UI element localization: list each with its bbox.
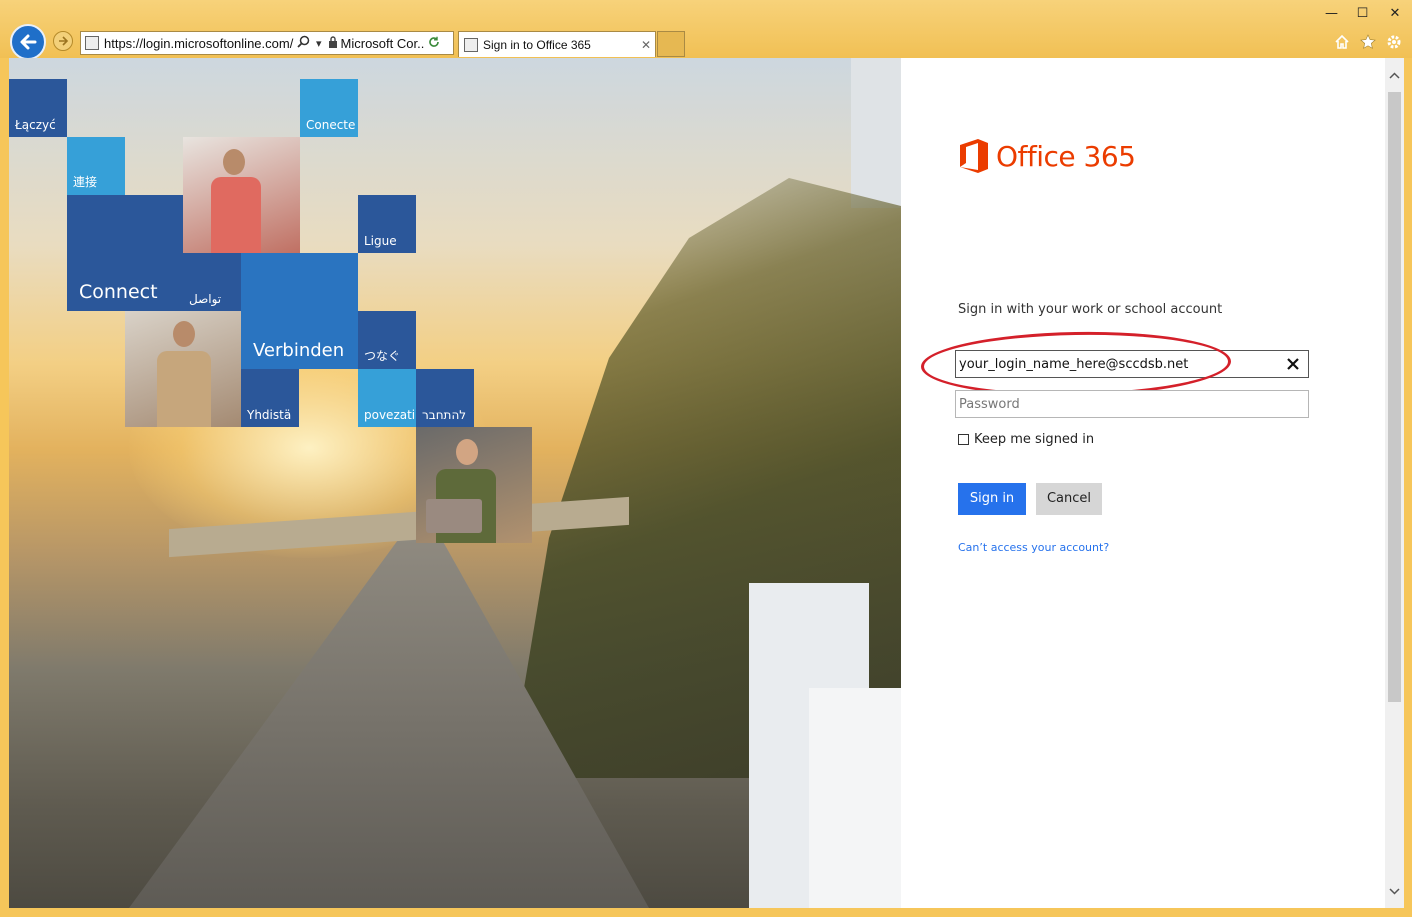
- brand-name: Office 365: [996, 139, 1136, 173]
- minimize-button[interactable]: —: [1316, 0, 1347, 26]
- cant-access-link[interactable]: Can’t access your account?: [958, 541, 1109, 554]
- password-input[interactable]: [956, 391, 1279, 417]
- new-tab-button[interactable]: [657, 31, 685, 57]
- tile-ligue: Ligue: [358, 195, 416, 253]
- tile-verbinden: Verbinden: [241, 253, 358, 369]
- scroll-thumb[interactable]: [1388, 92, 1401, 702]
- favorites-star-icon[interactable]: [1358, 32, 1378, 52]
- page-content: Łączyć Conecte 連接 Connect Ligue تواصل Ve…: [9, 58, 1404, 908]
- refresh-icon[interactable]: [428, 36, 440, 51]
- sign-in-heading: Sign in with your work or school account: [958, 302, 1223, 317]
- tile-povezati: povezati: [358, 369, 416, 427]
- cancel-button[interactable]: Cancel: [1036, 483, 1102, 515]
- search-icon[interactable]: [297, 35, 310, 51]
- dropdown-icon[interactable]: ▾: [316, 37, 322, 50]
- vertical-scrollbar[interactable]: [1385, 58, 1404, 908]
- tile-japanese: つなぐ: [358, 311, 416, 369]
- arrow-right-icon: [59, 36, 69, 46]
- sign-in-button[interactable]: Sign in: [958, 483, 1026, 515]
- email-field[interactable]: [955, 350, 1309, 378]
- tile-laczyc: Łączyć: [9, 79, 67, 137]
- hero-image: Łączyć Conecte 連接 Connect Ligue تواصل Ve…: [9, 58, 901, 908]
- window-controls: — ☐ ✕: [1316, 0, 1412, 28]
- address-bar[interactable]: https://login.microsoftonline.com/l ▾ Mi…: [80, 31, 454, 55]
- browser-chrome: — ☐ ✕ https://login.microsoftonline.com/…: [0, 0, 1412, 60]
- keep-signed-in-label: Keep me signed in: [974, 432, 1095, 447]
- settings-gear-icon[interactable]: [1384, 32, 1404, 52]
- keep-signed-in-checkbox[interactable]: [958, 434, 969, 445]
- close-window-button[interactable]: ✕: [1378, 0, 1412, 26]
- password-field[interactable]: [955, 390, 1309, 418]
- tile-photo-laptop: [416, 427, 532, 543]
- tab-close-icon[interactable]: ✕: [637, 38, 655, 52]
- tile-chinese: 連接: [67, 137, 125, 195]
- tile-arabic: تواصل: [183, 253, 241, 311]
- site-identity[interactable]: Microsoft Cor...: [341, 36, 425, 51]
- scroll-up-icon[interactable]: [1385, 66, 1404, 84]
- tab-sign-in[interactable]: Sign in to Office 365 ✕: [458, 31, 656, 57]
- keep-signed-in[interactable]: Keep me signed in: [958, 432, 1094, 447]
- office-logo: Office 365: [958, 138, 1136, 174]
- sign-in-pane: Office 365 Sign in with your work or sch…: [901, 58, 1385, 908]
- forward-button[interactable]: [53, 31, 73, 51]
- tile-hebrew: להתחבר: [416, 369, 474, 427]
- tile-connect: Connect: [67, 195, 183, 311]
- scroll-down-icon[interactable]: [1385, 882, 1404, 900]
- lock-icon[interactable]: [328, 35, 338, 51]
- tab-favicon-icon: [464, 37, 478, 52]
- tile-photo-woman: [183, 137, 300, 253]
- back-button[interactable]: [10, 24, 46, 60]
- hero-tower: [851, 58, 901, 208]
- tile-photo-man: [125, 311, 241, 427]
- site-favicon-icon: [85, 36, 99, 50]
- toolbar-icons: [1332, 32, 1404, 52]
- tile-conecte: Conecte: [300, 79, 358, 137]
- email-input[interactable]: [956, 351, 1279, 377]
- tile-yhdista: Yhdistä: [241, 369, 299, 427]
- arrow-left-icon: [20, 34, 37, 50]
- hero-building-2: [809, 688, 901, 908]
- home-icon[interactable]: [1332, 32, 1352, 52]
- maximize-button[interactable]: ☐: [1347, 0, 1378, 26]
- url-text[interactable]: https://login.microsoftonline.com/l: [104, 36, 294, 51]
- clear-input-icon[interactable]: [1284, 355, 1302, 373]
- tab-title: Sign in to Office 365: [483, 37, 591, 52]
- office-logo-icon: [960, 139, 988, 173]
